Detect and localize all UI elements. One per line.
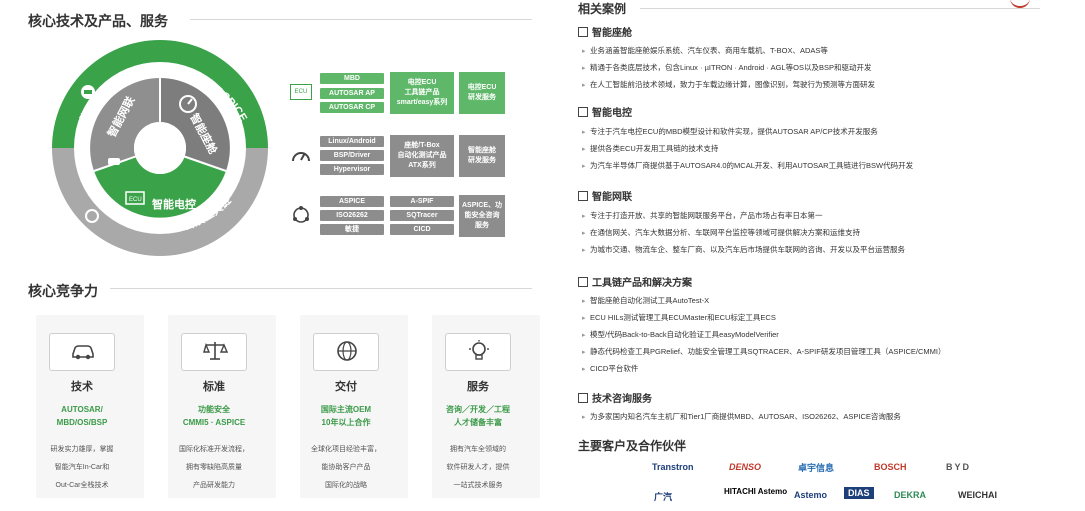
logo-zhuoyu: 卓宇信息 bbox=[798, 463, 835, 473]
pill-cicd: CICD bbox=[390, 224, 454, 235]
pill-hypervisor: Hypervisor bbox=[320, 164, 384, 175]
logo-weichai: WEICHAI bbox=[958, 490, 997, 500]
logo-bosch: BOSCH bbox=[874, 462, 907, 472]
clients-title: 主要客户及合作伙伴 bbox=[578, 439, 687, 453]
case-head-connected: 智能网联 bbox=[578, 188, 632, 203]
logo-byd: BYD bbox=[946, 462, 972, 472]
card-technology: 技术 AUTOSAR/MBD/OS/BSP 研发实力雄厚，掌握 智能汽车In-Ca… bbox=[36, 315, 144, 498]
ecu-toolchain-box: 电控ECU 工具链产品 smart/easy系列 bbox=[390, 72, 454, 114]
pill-sqtracer: SQTracer bbox=[390, 210, 454, 221]
pill-bsp-driver: BSP/Driver bbox=[320, 150, 384, 161]
case-item: ▸ CICD平台软件 bbox=[582, 364, 639, 373]
cycle-icon bbox=[293, 206, 309, 223]
card-title: 服务 bbox=[467, 381, 489, 393]
competence-title: 核心竞争力 bbox=[28, 283, 98, 299]
pill-linux-android: Linux/Android bbox=[320, 136, 384, 147]
card-desc: 全球化项目经验丰富， 能协助客户产品 国际化的战略 bbox=[311, 446, 381, 489]
card-title: 交付 bbox=[335, 381, 357, 393]
case-item: ▸ 为城市交通、物流车企、整车厂商、以及汽车后市场提供车联网的咨询、开发以及平台运… bbox=[582, 245, 905, 254]
logo-gac: 广汽 bbox=[654, 492, 673, 502]
pill-a-spif: A-SPIF bbox=[390, 196, 454, 207]
case-item: ▸ 静态代码检查工具PGRelief、功能安全管理工具SQTRACER、A-SPI… bbox=[582, 347, 946, 356]
decorative-swoosh bbox=[1010, 0, 1030, 8]
title-divider bbox=[190, 19, 532, 20]
case-item: ▸ 模型/代码Back-to-Back自动化验证工具easyModelVerifi… bbox=[582, 330, 779, 339]
gauge-icon bbox=[292, 152, 310, 162]
card-standards: 标准 功能安全 CMMI5 · ASPICE 国际化标准开发流程， 拥有零缺陷高质量… bbox=[168, 315, 276, 498]
card-desc: 研发实力雄厚，掌握 智能汽车In-Car和 Out-Car全栈技术 bbox=[50, 446, 114, 489]
logo-hitachi: HITACHI Astemo bbox=[724, 487, 788, 496]
pill-agile: 敏捷 bbox=[320, 224, 384, 235]
cases-divider bbox=[640, 8, 1040, 9]
pill-aspice: ASPICE bbox=[320, 196, 384, 207]
logo-denso: DENSO bbox=[729, 462, 762, 472]
card-iconbox bbox=[49, 333, 115, 371]
case-head-toolchain: 工具链产品和解决方案 bbox=[578, 274, 692, 289]
case-head-ecu: 智能电控 bbox=[578, 104, 632, 119]
card-highlight: 国际主流OEM 10年以上合作 bbox=[320, 405, 372, 427]
case-item: ▸ 专注于汽车电控ECU的MBD模型设计和软件实现，提供AUTOSAR AP/CP… bbox=[582, 127, 878, 136]
case-item: ▸ 在人工智能前沿技术领域，致力于车载边缘计算，图像识别，驾驶行为预测等方面研发 bbox=[582, 80, 875, 89]
scale-icon bbox=[203, 342, 228, 360]
card-iconbox bbox=[313, 333, 379, 371]
card-iconbox bbox=[181, 333, 247, 371]
consulting-service-box: ASPICE、功 能安全咨询 服务 bbox=[459, 195, 505, 237]
car-icon bbox=[72, 345, 94, 360]
card-desc: 国际化标准开发流程， 拥有零缺陷高质量 产品研发能力 bbox=[179, 446, 249, 489]
logo-astemo: Astemo bbox=[794, 490, 828, 500]
case-item: ▸ 智能座舱自动化测试工具AutoTest-X bbox=[582, 296, 710, 305]
card-service: 服务 咨询／开发／工程 人才储备丰富 拥有汽车全领域的 软件研发人才，提供 一站式技术… bbox=[432, 315, 540, 498]
card-title: 标准 bbox=[203, 381, 225, 393]
card-title: 技术 bbox=[71, 381, 93, 393]
cockpit-service-box: 智能座舱 研发服务 bbox=[459, 135, 505, 177]
case-item: ▸ 提供各类ECU开发用工具链的技术支持 bbox=[582, 144, 719, 153]
case-item: ▸ 为汽车半导体厂商提供基于AUTOSAR4.0的MCAL开发、利用AUTOSAR… bbox=[582, 161, 914, 170]
cockpit-test-box: 座舱/T-Box 自动化测试产品 ATX系列 bbox=[390, 135, 454, 177]
card-delivery: 交付 国际主流OEM 10年以上合作 全球化项目经验丰富， 能协助客户产品 国际化的战… bbox=[300, 315, 408, 498]
case-item: ▸ 业务涵盖智能座舱娱乐系统、汽车仪表、商用车载机、T-BOX、ADAS等 bbox=[582, 46, 828, 55]
case-item: ▸ 精通于各类底层技术，包含Linux · µITRON · Android · … bbox=[582, 63, 872, 72]
case-item: ▸ 专注于打造开放、共享的智能网联服务平台，产品市场占有率日本第一 bbox=[582, 211, 823, 220]
pill-autosar-ap: AUTOSAR AP bbox=[320, 88, 384, 99]
consulting-icon bbox=[81, 85, 95, 99]
logo-dekra: DEKRA bbox=[894, 490, 927, 500]
case-item: ▸ 为多家国内知名汽车主机厂和Tier1厂商提供MBD、AUTOSAR、ISO26… bbox=[582, 412, 901, 421]
pill-autosar-cp: AUTOSAR CP bbox=[320, 102, 384, 113]
case-item: ▸ 在通信网关、汽车大数据分析、车联网平台监控等领域可提供解决方案和运维支持 bbox=[582, 228, 860, 237]
cases-title: 相关案例 bbox=[578, 2, 627, 16]
logo-transtron: Transtron bbox=[652, 462, 694, 472]
competence-divider bbox=[110, 288, 532, 289]
card-desc: 拥有汽车全领域的 软件研发人才，提供 一站式技术服务 bbox=[446, 446, 510, 489]
connected-car-icon bbox=[108, 158, 120, 165]
logo-dias: DIAS bbox=[844, 487, 874, 499]
card-highlight: 功能安全 CMMI5 · ASPICE bbox=[182, 405, 246, 427]
case-head-cockpit: 智能座舱 bbox=[578, 24, 632, 39]
case-item: ▸ ECU HILs测试管理工具ECUMaster和ECU标定工具ECS bbox=[582, 313, 776, 322]
card-iconbox bbox=[445, 333, 511, 371]
globe-icon bbox=[337, 341, 357, 361]
ecu-chip-icon-row: ECU bbox=[290, 84, 312, 100]
inner-label-ecu: 智能电控 bbox=[152, 197, 196, 211]
card-highlight: AUTOSAR/MBD/OS/BSP bbox=[56, 405, 108, 427]
svg-text:ECU: ECU bbox=[129, 197, 142, 203]
case-head-consulting: 技术咨询服务 bbox=[578, 390, 652, 405]
pill-iso26262: ISO26262 bbox=[320, 210, 384, 221]
pill-mbd: MBD bbox=[320, 73, 384, 84]
ecu-service-box: 电控ECU 研发服务 bbox=[459, 72, 505, 114]
capability-ring-diagram: 咨询服务 功能安全·敏捷·ASPICE 组织级研发管理平台及工具链 智能网联 智… bbox=[52, 40, 268, 256]
card-highlight: 咨询／开发／工程 人才储备丰富 bbox=[446, 405, 510, 427]
lightbulb-icon bbox=[469, 340, 489, 360]
